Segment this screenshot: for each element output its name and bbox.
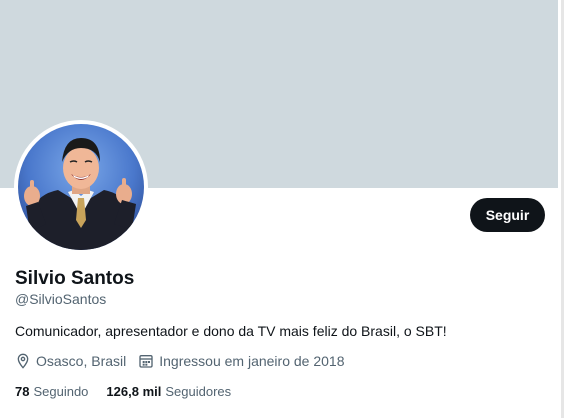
follow-stats: 78 Seguindo 126,8 mil Seguidores [15, 384, 249, 399]
display-name: Silvio Santos [15, 268, 135, 289]
profile-page: Seguir Silvio Santos @SilvioSantos Comun… [0, 0, 564, 418]
follow-button[interactable]: Seguir [470, 198, 545, 232]
joined-item: Ingressou em janeiro de 2018 [138, 353, 344, 369]
location-pin-icon [17, 353, 29, 369]
followers-link[interactable]: 126,8 mil Seguidores [106, 384, 231, 399]
joined-text: Ingressou em janeiro de 2018 [159, 353, 345, 369]
username-handle: @SilvioSantos [15, 291, 107, 307]
location-text: Osasco, Brasil [36, 353, 127, 369]
following-count: 78 [15, 384, 30, 399]
following-link[interactable]: 78 Seguindo [15, 384, 88, 399]
following-label: Seguindo [33, 384, 89, 399]
followers-label: Seguidores [165, 384, 232, 399]
avatar[interactable] [18, 124, 144, 250]
location-item: Osasco, Brasil [15, 353, 126, 369]
followers-count: 126,8 mil [106, 384, 162, 399]
profile-meta: Osasco, Brasil Ingressou em janeiro de 2… [15, 353, 356, 369]
avatar-ring [14, 120, 148, 254]
calendar-icon [139, 355, 153, 368]
profile-bio: Comunicador, apresentador e dono da TV m… [15, 323, 447, 339]
